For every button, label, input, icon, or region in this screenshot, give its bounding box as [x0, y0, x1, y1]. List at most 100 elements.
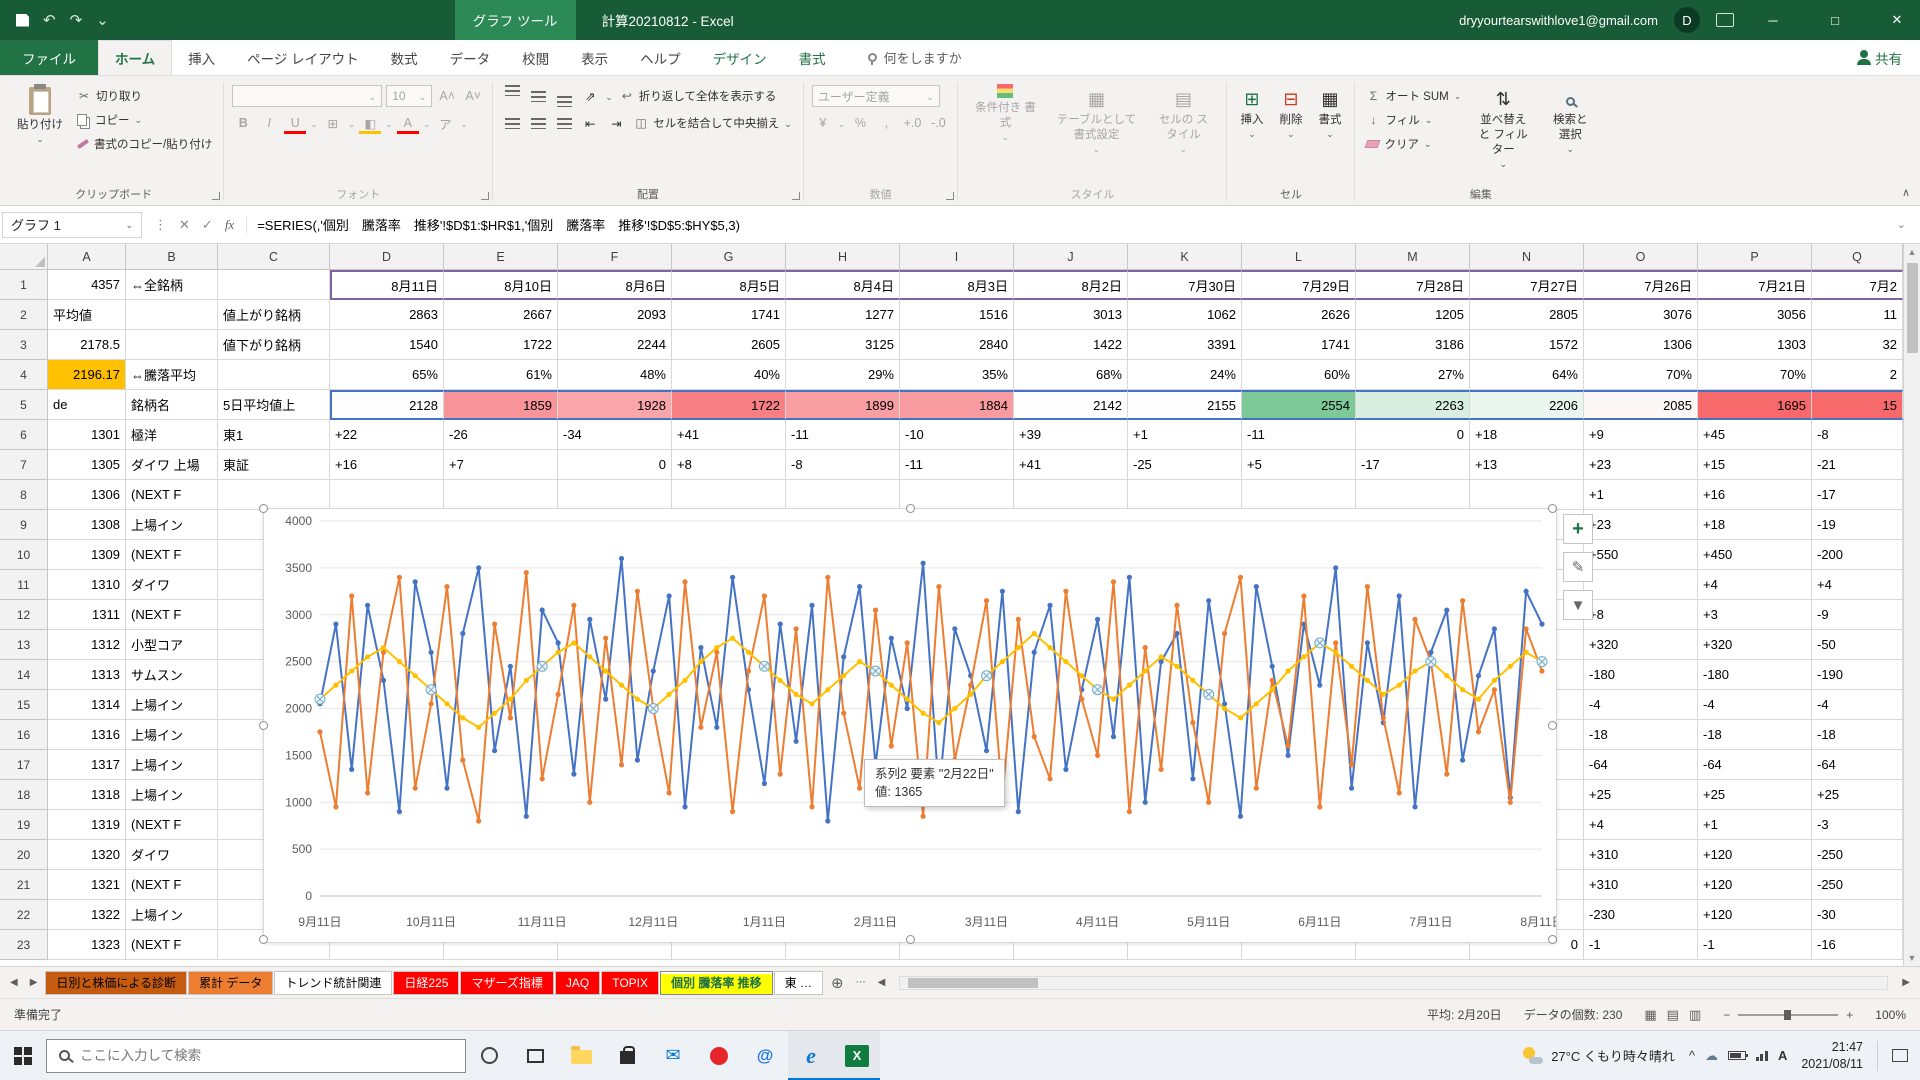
column-header-M[interactable]: M: [1356, 244, 1470, 270]
cell-N1[interactable]: 7月27日: [1470, 270, 1584, 300]
cell-J7[interactable]: +41: [1014, 450, 1128, 480]
cell-K1[interactable]: 7月30日: [1128, 270, 1242, 300]
cell-O17[interactable]: -64: [1584, 750, 1698, 780]
row-header-17[interactable]: 17: [0, 750, 48, 780]
weather-widget[interactable]: 27°C くもり時々晴れ: [1523, 1046, 1675, 1065]
cell-Q18[interactable]: +25: [1812, 780, 1903, 810]
chart-handle-bottom-right[interactable]: [1548, 935, 1557, 944]
cell-M3[interactable]: 3186: [1356, 330, 1470, 360]
horizontal-scroll-thumb[interactable]: [908, 978, 1038, 988]
zoom-in-icon[interactable]: +: [1846, 1008, 1853, 1022]
column-header-Q[interactable]: Q: [1812, 244, 1903, 270]
cell-P10[interactable]: +450: [1698, 540, 1812, 570]
cell-P23[interactable]: -1: [1698, 930, 1812, 960]
row-header-16[interactable]: 16: [0, 720, 48, 750]
cell-Q10[interactable]: -200: [1812, 540, 1903, 570]
cell-Q14[interactable]: -190: [1812, 660, 1903, 690]
cell-G2[interactable]: 1741: [672, 300, 786, 330]
cell-Q15[interactable]: -4: [1812, 690, 1903, 720]
expand-formula-bar-icon[interactable]: ⌄: [1885, 218, 1918, 231]
cell-M6[interactable]: 0: [1356, 420, 1470, 450]
tray-chevron-icon[interactable]: ^: [1689, 1048, 1695, 1063]
autosum-button[interactable]: Σオート SUM⌄: [1363, 85, 1464, 106]
cell-C1[interactable]: [218, 270, 330, 300]
delete-cells-button[interactable]: ⊟ 削除 ⌄: [1274, 82, 1307, 141]
cell-B8[interactable]: (NEXT F: [126, 480, 218, 510]
cell-A14[interactable]: 1313: [48, 660, 126, 690]
cell-G5[interactable]: 1722: [672, 390, 786, 420]
row-header-5[interactable]: 5: [0, 390, 48, 420]
cell-D8[interactable]: [330, 480, 444, 510]
cell-O23[interactable]: -1: [1584, 930, 1698, 960]
cell-Q17[interactable]: -64: [1812, 750, 1903, 780]
cell-I6[interactable]: -10: [900, 420, 1014, 450]
cell-Q11[interactable]: +4: [1812, 570, 1903, 600]
horizontal-scrollbar[interactable]: [899, 976, 1888, 990]
ribbon-tab-数式[interactable]: 数式: [375, 40, 434, 75]
cell-O1[interactable]: 7月26日: [1584, 270, 1698, 300]
network-icon[interactable]: [1756, 1051, 1768, 1061]
decrease-indent-icon[interactable]: ⇤: [579, 112, 601, 134]
cell-B6[interactable]: 極洋: [126, 420, 218, 450]
cell-M7[interactable]: -17: [1356, 450, 1470, 480]
cell-O18[interactable]: +25: [1584, 780, 1698, 810]
task-view-button[interactable]: [512, 1031, 558, 1080]
align-right-icon[interactable]: [553, 112, 575, 134]
cell-O7[interactable]: +23: [1584, 450, 1698, 480]
ribbon-tab-挿入[interactable]: 挿入: [172, 40, 231, 75]
select-all-corner[interactable]: [0, 244, 48, 270]
insert-function-icon[interactable]: fx: [225, 217, 234, 233]
sheet-tab-マザーズ指標[interactable]: マザーズ指標: [460, 971, 553, 995]
hscroll-left-icon[interactable]: ◀: [874, 977, 890, 988]
user-email[interactable]: dryyourtearswithlove1@gmail.com: [1459, 13, 1658, 28]
align-bottom-icon[interactable]: [553, 85, 575, 107]
row-header-9[interactable]: 9: [0, 510, 48, 540]
cell-P5[interactable]: 1695: [1698, 390, 1812, 420]
ribbon-tab-デザイン[interactable]: デザイン: [697, 40, 783, 75]
cell-O10[interactable]: +550: [1584, 540, 1698, 570]
format-as-table-button[interactable]: ▦ テーブルとして 書式設定 ⌄: [1050, 82, 1142, 156]
redo-icon[interactable]: ↷: [70, 13, 83, 28]
cell-M1[interactable]: 7月28日: [1356, 270, 1470, 300]
cell-K8[interactable]: [1128, 480, 1242, 510]
page-layout-view-icon[interactable]: ▤: [1667, 1007, 1679, 1023]
onedrive-cloud-icon[interactable]: ☁: [1705, 1048, 1718, 1064]
comma-style-icon[interactable]: ,: [875, 112, 897, 134]
formula-input[interactable]: =SERIES(,'個別 騰落率 推移'!$D$1:$HR$1,'個別 騰落率 …: [247, 215, 1885, 234]
sheet-tab-JAQ[interactable]: JAQ: [555, 971, 600, 995]
email-app-button[interactable]: @: [742, 1031, 788, 1080]
cell-P19[interactable]: +1: [1698, 810, 1812, 840]
cell-N6[interactable]: +18: [1470, 420, 1584, 450]
cell-P13[interactable]: +320: [1698, 630, 1812, 660]
phonetic-guide-icon[interactable]: ア: [434, 112, 456, 134]
row-header-22[interactable]: 22: [0, 900, 48, 930]
row-header-21[interactable]: 21: [0, 870, 48, 900]
cell-Q4[interactable]: 2: [1812, 360, 1903, 390]
cell-Q5[interactable]: 15: [1812, 390, 1903, 420]
align-left-icon[interactable]: [501, 112, 523, 134]
chart-styles-button[interactable]: ✎: [1563, 552, 1593, 582]
cell-B15[interactable]: 上場イン: [126, 690, 218, 720]
excel-taskbar-button[interactable]: X: [834, 1031, 880, 1080]
store-button[interactable]: [604, 1031, 650, 1080]
zoom-slider-thumb[interactable]: [1784, 1010, 1791, 1020]
cell-J4[interactable]: 68%: [1014, 360, 1128, 390]
paste-dropdown-icon[interactable]: ⌄: [36, 135, 44, 144]
cell-H4[interactable]: 29%: [786, 360, 900, 390]
name-box-dropdown-icon[interactable]: ⌄: [125, 221, 133, 230]
cell-P21[interactable]: +120: [1698, 870, 1812, 900]
cell-A15[interactable]: 1314: [48, 690, 126, 720]
chart-filters-button[interactable]: ▼: [1563, 590, 1593, 620]
customize-qat-icon[interactable]: ⌄: [96, 13, 109, 28]
ribbon-tab-ページ レイアウト[interactable]: ページ レイアウト: [231, 40, 374, 75]
bold-button[interactable]: B: [232, 112, 254, 134]
ribbon-tab-書式[interactable]: 書式: [783, 40, 842, 75]
cell-P8[interactable]: +16: [1698, 480, 1812, 510]
sheet-nav-right-icon[interactable]: ▶: [26, 977, 42, 988]
row-header-15[interactable]: 15: [0, 690, 48, 720]
chart-handle-middle-left[interactable]: [259, 721, 268, 730]
cell-C5[interactable]: 5日平均値上: [218, 390, 330, 420]
column-header-F[interactable]: F: [558, 244, 672, 270]
cell-P18[interactable]: +25: [1698, 780, 1812, 810]
column-header-O[interactable]: O: [1584, 244, 1698, 270]
